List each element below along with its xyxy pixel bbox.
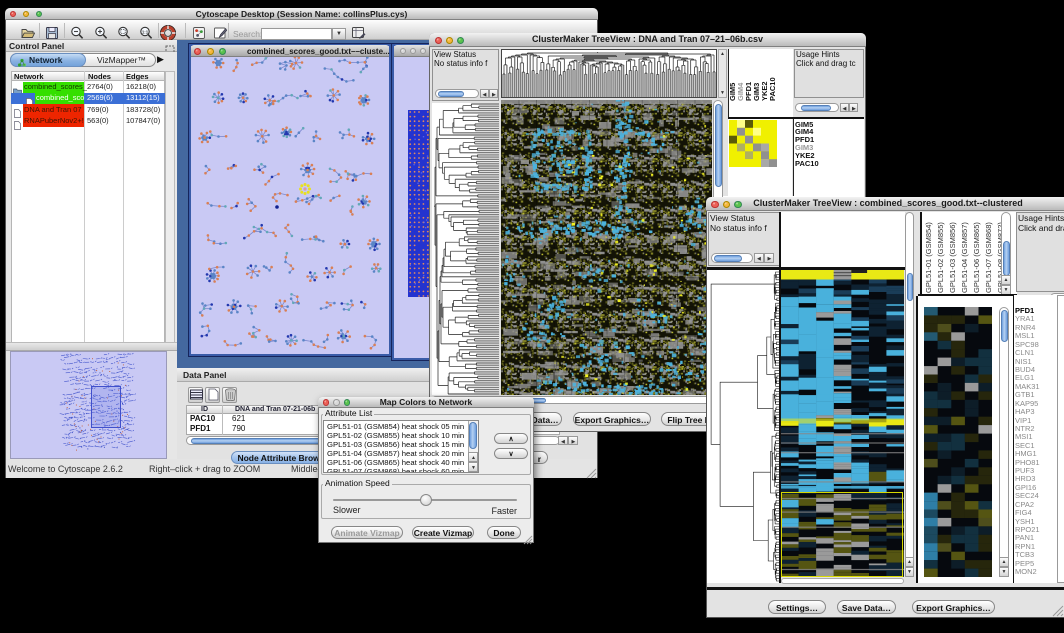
svg-text:GPL51-03 (GSM856): GPL51-03 (GSM856)	[948, 222, 957, 293]
svg-text:PAC10: PAC10	[768, 77, 777, 101]
svg-text:GPL51-04 (GSM857): GPL51-04 (GSM857)	[960, 222, 969, 293]
svg-text:1:1: 1:1	[142, 29, 149, 34]
svg-text:GPL51-07 (GSM868): GPL51-07 (GSM868)	[984, 222, 993, 293]
svg-text:GPL51-01 (GSM854): GPL51-01 (GSM854)	[924, 222, 933, 293]
svg-text:GPL51-02 (GSM855): GPL51-02 (GSM855)	[936, 222, 945, 293]
svg-text:GPL51-06 (GSM865): GPL51-06 (GSM865)	[972, 222, 981, 293]
